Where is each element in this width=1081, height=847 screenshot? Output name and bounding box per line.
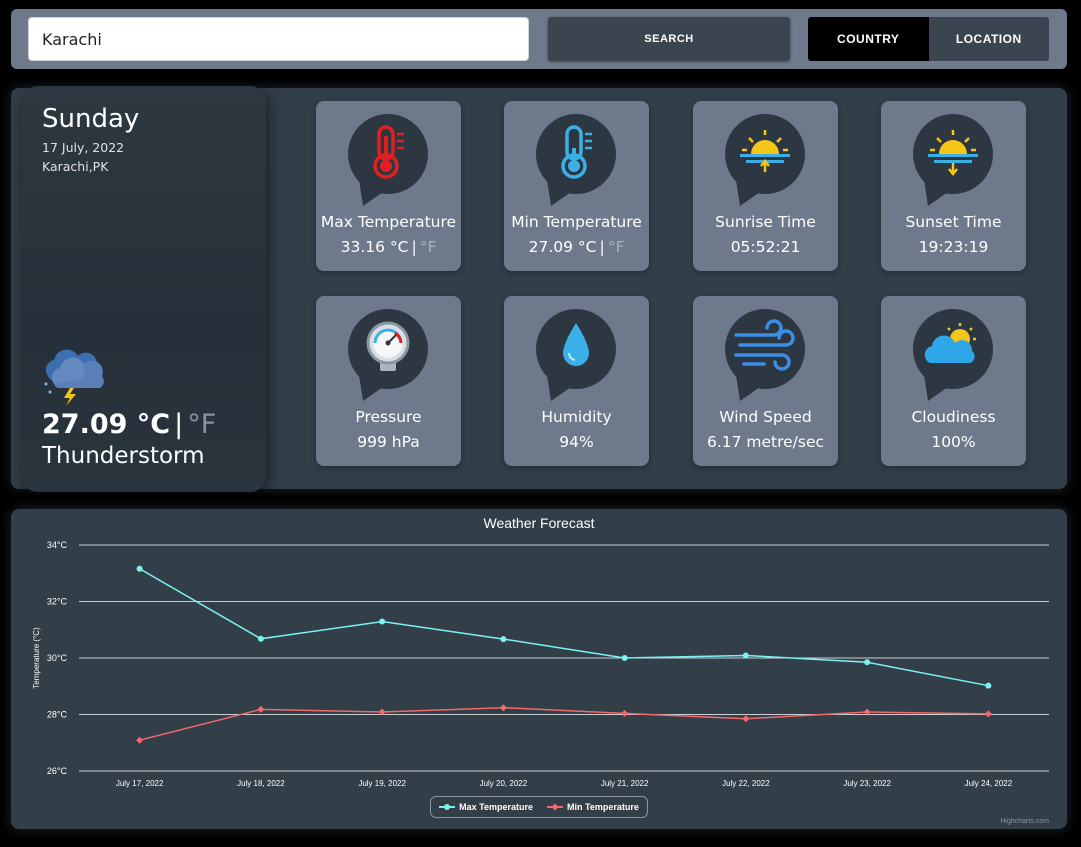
search-input[interactable]: [28, 17, 529, 61]
data-point-max: [864, 659, 871, 666]
country-toggle-button[interactable]: COUNTRY: [808, 17, 929, 61]
legend-label-min: Min Temperature: [567, 802, 639, 812]
min-temperature-card: Min Temperature 27.09 °C | °F: [504, 101, 649, 271]
location-toggle-button[interactable]: LOCATION: [928, 17, 1049, 61]
data-point-max: [500, 636, 507, 643]
top-bar: SEARCH COUNTRY LOCATION: [11, 9, 1067, 69]
sunset-icon: [913, 114, 993, 206]
thermometer-cold-icon: [536, 114, 616, 206]
series-line-min: [139, 706, 989, 741]
x-tick-label: July 23, 2022: [843, 779, 891, 788]
data-point-max: [621, 655, 628, 661]
card-value: 19:23:19: [918, 238, 989, 256]
day-name: Sunday: [42, 104, 140, 134]
chart-credit[interactable]: Highcharts.com: [1000, 818, 1049, 825]
card-value: 999 hPa: [357, 433, 420, 451]
day-date: 17 July, 2022: [42, 140, 125, 155]
card-value: 100%: [931, 433, 976, 451]
legend-item-max[interactable]: Max Temperature: [439, 802, 533, 812]
data-point-max: [136, 565, 143, 572]
card-label: Min Temperature: [511, 213, 642, 231]
data-point-max: [742, 652, 749, 659]
data-point-max: [379, 618, 386, 625]
mode-toggle: COUNTRY LOCATION: [808, 17, 1049, 61]
pressure-gauge-icon: [348, 309, 428, 401]
thermometer-hot-icon: [348, 114, 428, 206]
data-point-min: [742, 715, 750, 723]
y-axis-label: Temperature (°C): [32, 627, 41, 689]
sunrise-icon: [725, 114, 805, 206]
weather-description: Thunderstorm: [42, 443, 205, 469]
card-value: 33.16 °C | °F: [340, 238, 437, 256]
card-label: Wind Speed: [719, 408, 812, 426]
legend-marker-max: [439, 804, 456, 810]
today-card: Sunday 17 July, 2022 Karachi,PK 27.09 °C…: [22, 86, 266, 492]
legend-item-min[interactable]: Min Temperature: [547, 802, 639, 812]
y-tick-label: 34°C: [47, 540, 68, 550]
data-point-min: [984, 710, 992, 718]
x-tick-label: July 24, 2022: [965, 779, 1013, 788]
current-temperature: 27.09 °C | °F: [42, 409, 217, 440]
data-point-max: [985, 682, 992, 689]
x-tick-label: July 20, 2022: [480, 779, 528, 788]
data-point-min: [257, 705, 265, 713]
humidity-card: Humidity 94%: [504, 296, 649, 466]
data-point-min: [621, 709, 629, 717]
sunset-card: Sunset Time 19:23:19: [881, 101, 1026, 271]
card-label: Sunset Time: [905, 213, 1002, 231]
thunderstorm-icon: [44, 349, 104, 406]
max-temperature-card: Max Temperature 33.16 °C | °F: [316, 101, 461, 271]
fahrenheit-toggle[interactable]: °F: [608, 238, 625, 256]
card-label: Cloudiness: [911, 408, 996, 426]
series-line-max: [139, 568, 989, 687]
card-value: 6.17 metre/sec: [706, 433, 825, 451]
water-drop-icon: [536, 309, 616, 401]
wind-icon: [725, 309, 805, 401]
day-location: Karachi,PK: [42, 159, 109, 174]
card-value: 94%: [559, 433, 594, 451]
data-point-min: [499, 704, 507, 712]
legend-marker-min: [547, 803, 563, 811]
cloud-sun-icon: [913, 309, 993, 401]
fahrenheit-toggle[interactable]: °F: [187, 409, 216, 440]
card-label: Humidity: [541, 408, 612, 426]
card-label: Max Temperature: [320, 213, 457, 231]
data-point-min: [136, 736, 144, 744]
y-tick-label: 32°C: [47, 597, 68, 607]
chart-legend: Max Temperature Min Temperature: [430, 796, 648, 818]
forecast-chart: 26°C 28°C 30°C 32°C 34°C Temperature (°C) July…: [32, 540, 1049, 788]
y-tick-label: 30°C: [47, 653, 68, 663]
pressure-card: Pressure 999 hPa: [316, 296, 461, 466]
sunrise-card: Sunrise Time 05:52:21: [693, 101, 838, 271]
card-label: Sunrise Time: [715, 213, 816, 231]
card-value: 05:52:21: [730, 238, 801, 256]
y-tick-label: 26°C: [47, 766, 68, 776]
fahrenheit-toggle[interactable]: °F: [420, 238, 437, 256]
card-value: 27.09 °C | °F: [528, 238, 625, 256]
wind-speed-card: Wind Speed 6.17 metre/sec: [693, 296, 838, 466]
x-tick-label: July 19, 2022: [358, 779, 406, 788]
data-point-max: [257, 635, 264, 642]
card-label: Pressure: [355, 408, 422, 426]
x-tick-label: July 22, 2022: [722, 779, 770, 788]
y-tick-label: 28°C: [47, 710, 68, 720]
cloudiness-card: Cloudiness 100%: [881, 296, 1026, 466]
x-tick-label: July 17, 2022: [116, 779, 164, 788]
x-tick-label: July 18, 2022: [237, 779, 285, 788]
legend-label-max: Max Temperature: [459, 802, 533, 812]
x-tick-label: July 21, 2022: [601, 779, 649, 788]
forecast-chart-panel: Weather Forecast 26°C 28°C 30°C 32°C 34°C Tem…: [11, 509, 1067, 829]
search-button[interactable]: SEARCH: [548, 17, 790, 61]
